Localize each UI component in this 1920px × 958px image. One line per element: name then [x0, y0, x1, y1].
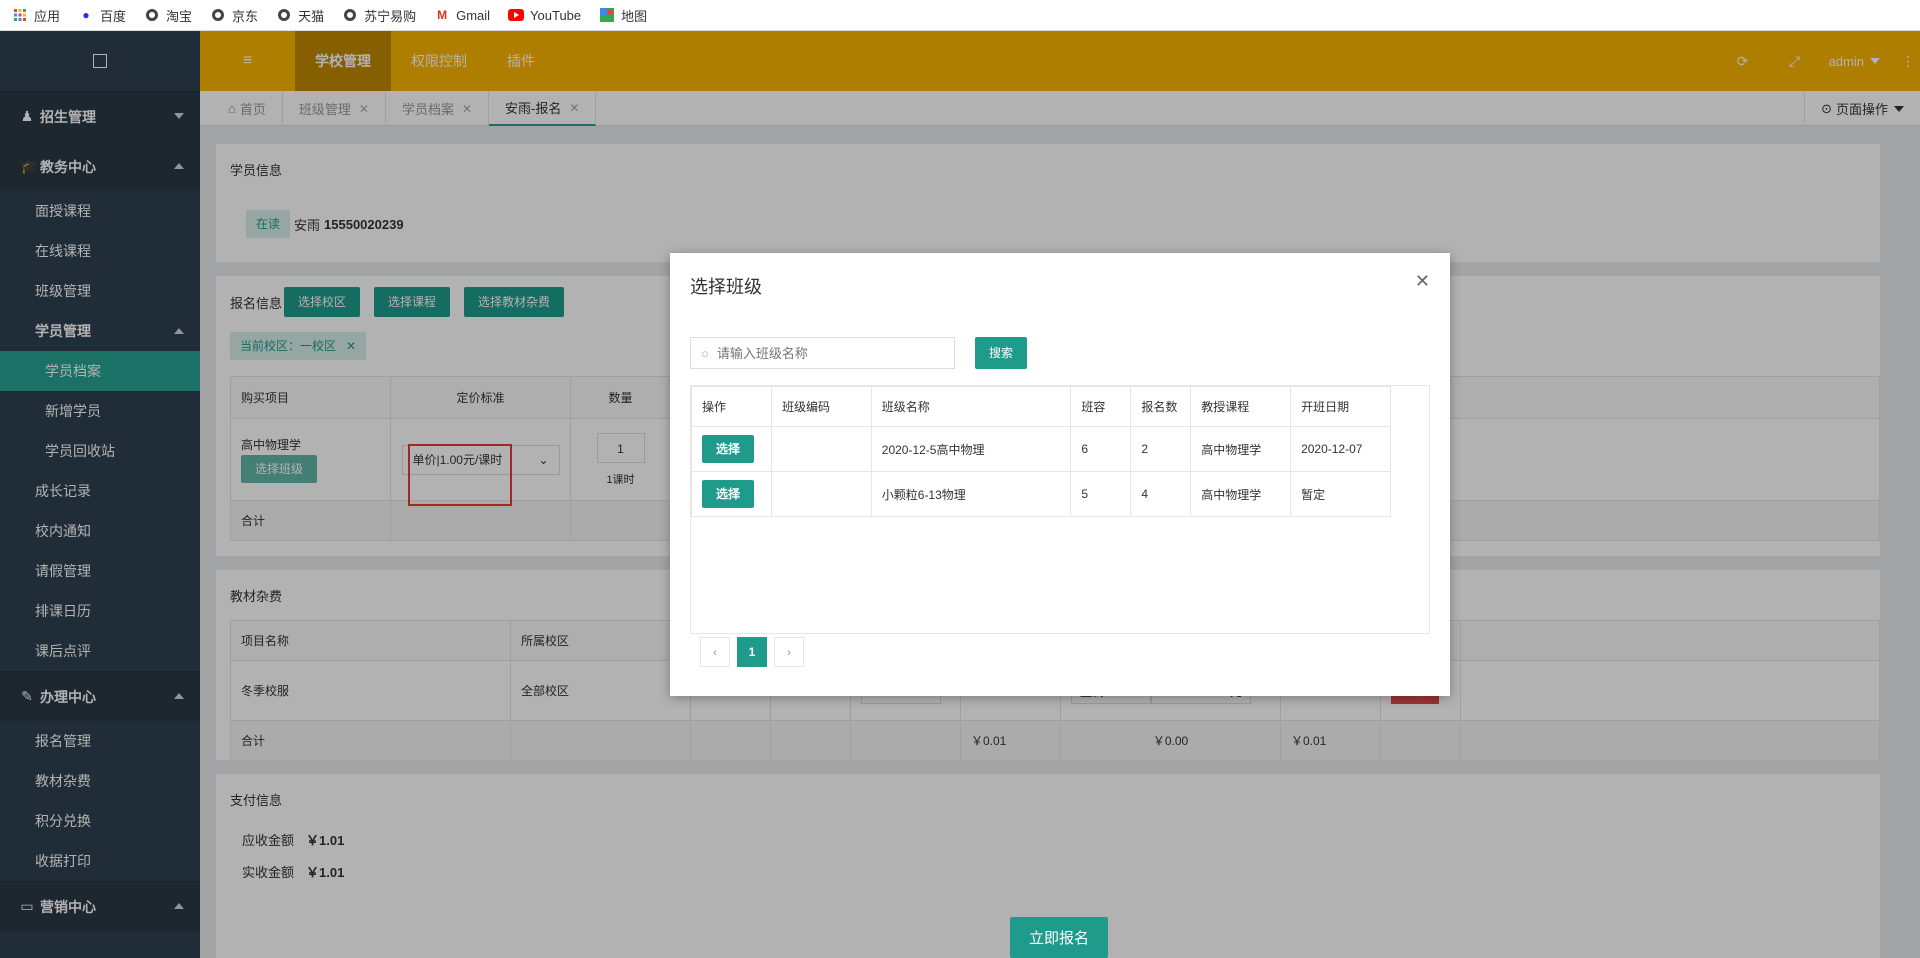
bookmark-gmail[interactable]: M Gmail — [434, 7, 490, 23]
close-icon[interactable]: ✕ — [1415, 271, 1430, 292]
search-icon: ○ — [701, 345, 709, 361]
class-code — [770, 426, 872, 472]
bookmark-taobao[interactable]: 淘宝 — [144, 6, 192, 25]
bookmark-suning[interactable]: 苏宁易购 — [342, 6, 416, 25]
class-course: 高中物理学 — [1190, 426, 1292, 472]
class-capacity: 5 — [1070, 471, 1132, 517]
globe-icon — [210, 7, 226, 23]
page-number[interactable]: 1 — [737, 637, 767, 667]
col-header: 操作 — [691, 386, 772, 427]
bookmark-jd[interactable]: 京东 — [210, 6, 258, 25]
gmail-icon: M — [437, 8, 448, 22]
youtube-icon — [508, 7, 525, 23]
bookmark-tmall[interactable]: 天猫 — [276, 6, 324, 25]
globe-icon — [342, 7, 358, 23]
bookmark-label: 百度 — [100, 8, 127, 24]
class-start-date: 暂定 — [1290, 471, 1391, 517]
class-enrolled: 4 — [1130, 471, 1192, 517]
col-header: 开班日期 — [1290, 386, 1391, 427]
search-input[interactable] — [714, 344, 935, 362]
class-capacity: 6 — [1070, 426, 1132, 472]
class-name: 小颗粒6-13物理 — [870, 471, 1072, 517]
class-enrolled: 2 — [1130, 426, 1192, 472]
bookmark-youtube[interactable]: YouTube — [508, 7, 581, 23]
search-button[interactable]: 搜索 — [975, 337, 1028, 369]
select-class-dialog: 选择班级 ✕ ○ 搜索 操作 班级编码 班级名称 班容 报名数 教授课程 开班日… — [670, 253, 1450, 696]
col-header: 班级名称 — [870, 386, 1072, 427]
bookmark-label: 苏宁易购 — [364, 8, 417, 24]
chevron-left-icon[interactable]: ‹ — [700, 637, 730, 667]
col-header: 教授课程 — [1190, 386, 1292, 427]
bookmark-label: 地图 — [621, 8, 648, 24]
select-button[interactable]: 选择 — [702, 480, 755, 508]
search-field[interactable]: ○ — [690, 337, 955, 369]
class-table-wrap: 操作 班级编码 班级名称 班容 报名数 教授课程 开班日期 选择 2020-12… — [690, 385, 1430, 634]
bookmark-label: 天猫 — [298, 8, 325, 24]
bookmark-label: 淘宝 — [166, 8, 193, 24]
dialog-title: 选择班级 — [690, 277, 762, 297]
bookmark-label: YouTube — [530, 7, 582, 23]
class-code — [770, 471, 872, 517]
bookmark-maps[interactable]: 地图 — [599, 6, 647, 25]
apps-icon — [12, 7, 28, 23]
globe-icon — [276, 7, 292, 23]
action-cell: 选择 — [691, 426, 772, 472]
bookmark-label: Gmail — [456, 7, 491, 23]
class-course: 高中物理学 — [1190, 471, 1292, 517]
col-header: 班容 — [1070, 386, 1132, 427]
chevron-right-icon[interactable]: › — [774, 637, 804, 667]
submit-enroll-button[interactable]: 立即报名 — [1010, 917, 1108, 958]
globe-icon — [144, 7, 160, 23]
action-cell: 选择 — [691, 471, 772, 517]
col-header: 报名数 — [1130, 386, 1192, 427]
maps-icon — [599, 7, 615, 23]
bookmark-label: 京东 — [232, 8, 259, 24]
class-table: 操作 班级编码 班级名称 班容 报名数 教授课程 开班日期 选择 2020-12… — [691, 386, 1391, 517]
class-name: 2020-12-5高中物理 — [870, 426, 1072, 472]
select-button[interactable]: 选择 — [702, 435, 755, 463]
pagination: ‹ 1 › — [700, 637, 811, 667]
table-row: 选择 2020-12-5高中物理 6 2 高中物理学 2020-12-07 — [691, 426, 1391, 472]
bookmark-label: 应用 — [34, 8, 61, 24]
bookmark-apps[interactable]: 应用 — [12, 6, 60, 25]
class-start-date: 2020-12-07 — [1290, 426, 1391, 472]
table-row: 选择 小颗粒6-13物理 5 4 高中物理学 暂定 — [691, 471, 1391, 517]
bookmark-baidu[interactable]: ● 百度 — [78, 6, 126, 25]
col-header: 班级编码 — [770, 386, 872, 427]
paw-icon: ● — [82, 8, 90, 22]
bookmarks-bar: 应用 ● 百度 淘宝 京东 天猫 苏宁易购 M Gmail YouTube 地图 — [0, 0, 1920, 31]
